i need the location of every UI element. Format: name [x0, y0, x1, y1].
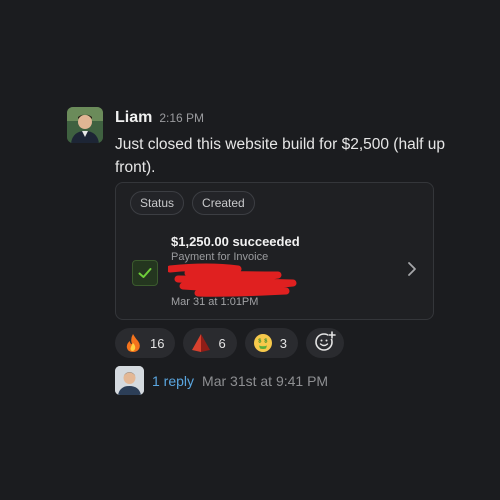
reaction-fire[interactable]: 16 [115, 328, 176, 358]
checkmark-icon [132, 260, 158, 286]
last-reply-time: Mar 31st at 9:41 PM [202, 372, 329, 389]
message-header: Liam 2:16 PM [115, 109, 204, 127]
red-pyramid-icon [191, 333, 211, 353]
replier-avatar[interactable] [115, 366, 144, 395]
reply-count-link[interactable]: 1 reply [152, 373, 194, 389]
chevron-right-icon[interactable] [406, 261, 418, 282]
author-name[interactable]: Liam [115, 109, 152, 127]
reaction-pyramid[interactable]: 6 [183, 328, 237, 358]
fire-icon [123, 333, 143, 353]
reaction-count: 3 [279, 335, 287, 351]
svg-text:$: $ [258, 339, 261, 345]
reaction-count: 6 [218, 335, 226, 351]
money-mouth-face-icon: $ $ [253, 333, 273, 353]
reaction-count: 16 [150, 335, 165, 351]
author-avatar[interactable] [67, 107, 103, 143]
svg-text:$: $ [264, 339, 267, 345]
redaction-scribble [166, 263, 298, 297]
message: Liam 2:16 PM Just closed this website bu… [0, 0, 500, 500]
card-chips: Status Created [130, 191, 255, 215]
add-reaction-button[interactable] [305, 328, 344, 358]
thread-summary[interactable]: 1 reply Mar 31st at 9:41 PM [115, 366, 328, 395]
payment-card[interactable]: Status Created $1,250.00 succeeded Payme… [115, 182, 434, 320]
message-timestamp[interactable]: 2:16 PM [159, 111, 204, 125]
status-chip[interactable]: Status [130, 191, 185, 215]
reactions-bar: 16 6 $ $ 3 [115, 328, 344, 358]
payment-amount-status: $1,250.00 succeeded [171, 234, 300, 249]
payment-created-date: Mar 31 at 1:01PM [171, 296, 259, 308]
reaction-money-mouth[interactable]: $ $ 3 [244, 328, 298, 358]
created-chip[interactable]: Created [192, 191, 255, 215]
add-emoji-icon [314, 330, 336, 357]
payment-description: Payment for Invoice [171, 251, 269, 263]
message-text: Just closed this website build for $2,50… [115, 136, 445, 176]
